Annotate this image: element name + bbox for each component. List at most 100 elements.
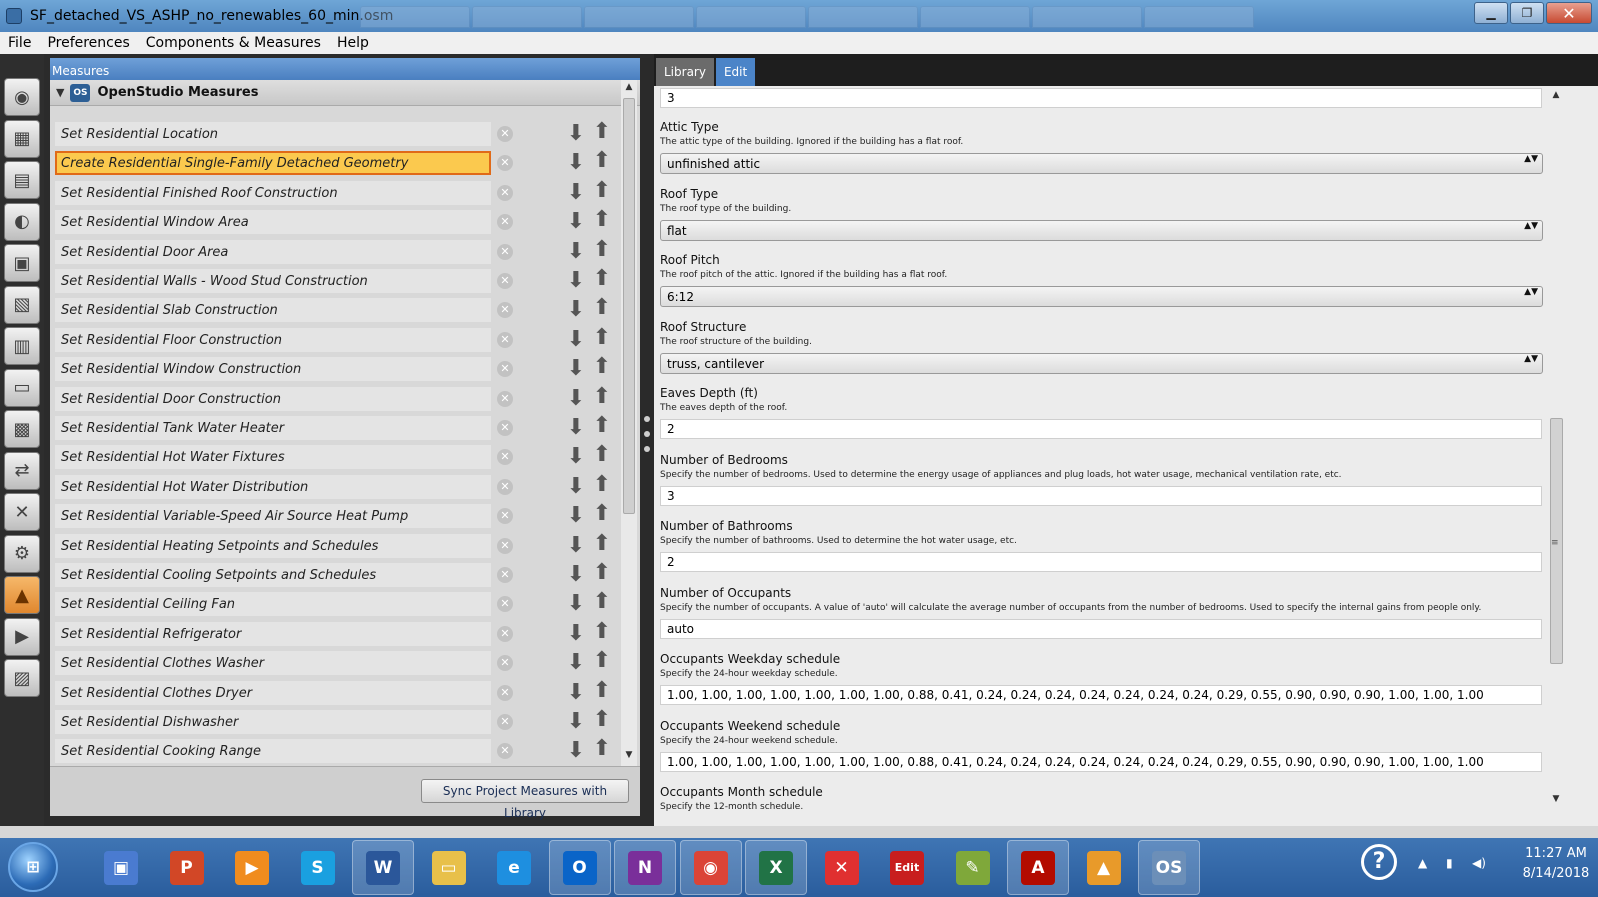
- move-down-arrow-icon[interactable]: ⬇: [564, 651, 588, 675]
- tab-library[interactable]: Library: [656, 58, 714, 86]
- spaces-tool-icon[interactable]: ▭: [4, 368, 40, 407]
- move-up-arrow-icon[interactable]: ⬆: [590, 296, 614, 320]
- measure-name[interactable]: Set Residential Door Construction: [55, 386, 491, 411]
- help-icon[interactable]: ?: [1361, 844, 1397, 880]
- start-button[interactable]: ⊞: [8, 842, 58, 892]
- move-down-arrow-icon[interactable]: ⬇: [564, 122, 588, 146]
- move-up-arrow-icon[interactable]: ⬆: [590, 531, 614, 556]
- move-down-arrow-icon[interactable]: ⬇: [564, 357, 588, 381]
- measure-row[interactable]: Set Residential Window Area ✕ ⬇ ⬆: [50, 208, 620, 237]
- space-types-tool-icon[interactable]: ▣: [4, 244, 40, 282]
- file-explorer-app[interactable]: ▭: [418, 840, 480, 895]
- move-up-arrow-icon[interactable]: ⬆: [590, 414, 614, 438]
- measure-name[interactable]: Set Residential Finished Roof Constructi…: [55, 180, 491, 205]
- measure-row[interactable]: Set Residential Clothes Dryer ✕ ⬇ ⬆: [50, 678, 620, 708]
- move-down-arrow-icon[interactable]: ⬇: [564, 151, 588, 175]
- argument-select[interactable]: truss, cantilever ▲▼: [660, 352, 1543, 374]
- scroll-down-arrow-icon[interactable]: ▼: [621, 750, 637, 764]
- measure-group-header[interactable]: ▼ OS OpenStudio Measures: [50, 80, 640, 106]
- browser-tab[interactable]: [920, 6, 1030, 28]
- scroll-up-arrow-icon[interactable]: ▲: [621, 82, 637, 96]
- remove-measure-icon[interactable]: ✕: [497, 478, 513, 495]
- hvac-systems-tool-icon[interactable]: ⇄: [4, 451, 40, 490]
- move-up-arrow-icon[interactable]: ⬆: [590, 120, 614, 144]
- remove-measure-icon[interactable]: ✕: [497, 508, 513, 525]
- remove-measure-icon[interactable]: ✕: [497, 126, 513, 142]
- remove-measure-icon[interactable]: ✕: [497, 420, 513, 436]
- splitter-grip-icon[interactable]: [644, 416, 650, 452]
- remove-measure-icon[interactable]: ✕: [497, 155, 513, 172]
- argument-input[interactable]: auto: [660, 618, 1542, 639]
- volume-icon[interactable]: ◀): [1472, 856, 1486, 870]
- browser-tab[interactable]: [1032, 6, 1142, 28]
- argument-input[interactable]: 2: [660, 552, 1542, 572]
- move-up-arrow-icon[interactable]: ⬆: [590, 384, 614, 409]
- remove-measure-icon[interactable]: ✕: [497, 243, 513, 260]
- word-app[interactable]: W: [352, 840, 414, 895]
- move-up-arrow-icon[interactable]: ⬆: [590, 325, 614, 350]
- measures-scrollbar[interactable]: ▲ ▼: [621, 80, 637, 766]
- move-up-arrow-icon[interactable]: ⬆: [590, 678, 614, 703]
- remove-measure-icon[interactable]: ✕: [497, 273, 513, 289]
- move-down-arrow-icon[interactable]: ⬇: [564, 298, 588, 322]
- clock-time[interactable]: 11:27 AM: [1516, 846, 1596, 861]
- variables-tool-icon[interactable]: ✕: [4, 493, 40, 531]
- measure-row[interactable]: Set Residential Finished Roof Constructi…: [50, 178, 620, 208]
- move-up-arrow-icon[interactable]: ⬆: [590, 590, 614, 614]
- site-tool-icon[interactable]: ◉: [4, 78, 40, 116]
- notepad-app[interactable]: ✎: [942, 840, 1004, 895]
- excel-app[interactable]: X: [745, 840, 807, 895]
- edit-scrollbar[interactable]: ▲ ≡ ▼: [1548, 86, 1564, 826]
- measure-name[interactable]: Set Residential Dishwasher: [55, 710, 491, 734]
- move-up-arrow-icon[interactable]: ⬆: [590, 561, 614, 585]
- move-up-arrow-icon[interactable]: ⬆: [590, 208, 614, 232]
- scroll-down-arrow-icon[interactable]: ▼: [1548, 794, 1564, 808]
- remove-measure-icon[interactable]: ✕: [497, 184, 513, 201]
- measure-row[interactable]: Set Residential Tank Water Heater ✕ ⬇ ⬆: [50, 414, 620, 443]
- editplus-app[interactable]: Edit: [876, 840, 938, 895]
- remove-measure-icon[interactable]: ✕: [497, 684, 513, 701]
- geometry-tool-icon[interactable]: ▧: [4, 285, 40, 324]
- move-down-arrow-icon[interactable]: ⬇: [564, 739, 588, 763]
- measure-row[interactable]: Set Residential Variable-Speed Air Sourc…: [50, 502, 620, 531]
- move-up-arrow-icon[interactable]: ⬆: [590, 502, 614, 526]
- measure-name[interactable]: Set Residential Clothes Dryer: [55, 680, 491, 705]
- move-down-arrow-icon[interactable]: ⬇: [564, 474, 588, 499]
- measure-name[interactable]: Set Residential Hot Water Fixtures: [55, 445, 491, 470]
- remove-measure-icon[interactable]: ✕: [497, 625, 513, 642]
- browser-tab[interactable]: [1144, 6, 1254, 28]
- xmind-app[interactable]: ✕: [811, 840, 873, 895]
- move-up-arrow-icon[interactable]: ⬆: [590, 237, 614, 262]
- measure-row[interactable]: Set Residential Cooking Range ✕ ⬇ ⬆: [50, 737, 620, 766]
- measure-row[interactable]: Set Residential Ceiling Fan ✕ ⬇ ⬆: [50, 590, 620, 619]
- argument-input[interactable]: 1.00, 1.00, 1.00, 1.00, 1.00, 1.00, 1.00…: [660, 685, 1542, 705]
- measure-name[interactable]: Set Residential Walls - Wood Stud Constr…: [55, 269, 491, 293]
- measures-tool-icon[interactable]: ▲: [4, 576, 40, 614]
- measure-name[interactable]: Set Residential Heating Setpoints and Sc…: [55, 533, 491, 558]
- schedules-tool-icon[interactable]: ▦: [4, 119, 40, 158]
- browser-tab[interactable]: [472, 6, 582, 28]
- measure-name[interactable]: Create Residential Single-Family Detache…: [55, 151, 491, 176]
- menu-components-measures[interactable]: Components & Measures: [138, 35, 329, 51]
- outlook-app[interactable]: O: [548, 840, 611, 895]
- measure-row[interactable]: Set Residential Heating Setpoints and Sc…: [50, 531, 620, 561]
- argument-input[interactable]: 1.00, 1.00, 1.00, 1.00, 1.00, 1.00, 1.00…: [660, 751, 1542, 772]
- clock-date[interactable]: 8/14/2018: [1516, 866, 1596, 881]
- move-up-arrow-icon[interactable]: ⬆: [590, 649, 614, 673]
- remove-measure-icon[interactable]: ✕: [497, 361, 513, 378]
- openstudio-app[interactable]: OS: [1138, 840, 1200, 895]
- skype-app[interactable]: S: [287, 840, 349, 895]
- measure-row[interactable]: Set Residential Hot Water Fixtures ✕ ⬇ ⬆: [50, 443, 620, 472]
- measure-row[interactable]: Set Residential Cooling Setpoints and Sc…: [50, 561, 620, 590]
- argument-select[interactable]: 6:12 ▲▼: [660, 286, 1543, 307]
- move-down-arrow-icon[interactable]: ⬇: [564, 680, 588, 705]
- measure-name[interactable]: Set Residential Clothes Washer: [55, 651, 491, 676]
- measure-name[interactable]: Set Residential Cooking Range: [55, 739, 491, 764]
- tab-edit[interactable]: Edit: [715, 58, 756, 86]
- thermal-zones-tool-icon[interactable]: ▩: [4, 410, 40, 448]
- move-down-arrow-icon[interactable]: ⬇: [564, 533, 588, 558]
- move-down-arrow-icon[interactable]: ⬇: [564, 445, 588, 469]
- measure-name[interactable]: Set Residential Window Area: [55, 210, 491, 235]
- move-down-arrow-icon[interactable]: ⬇: [564, 386, 588, 411]
- close-button[interactable]: ✕: [1546, 2, 1592, 24]
